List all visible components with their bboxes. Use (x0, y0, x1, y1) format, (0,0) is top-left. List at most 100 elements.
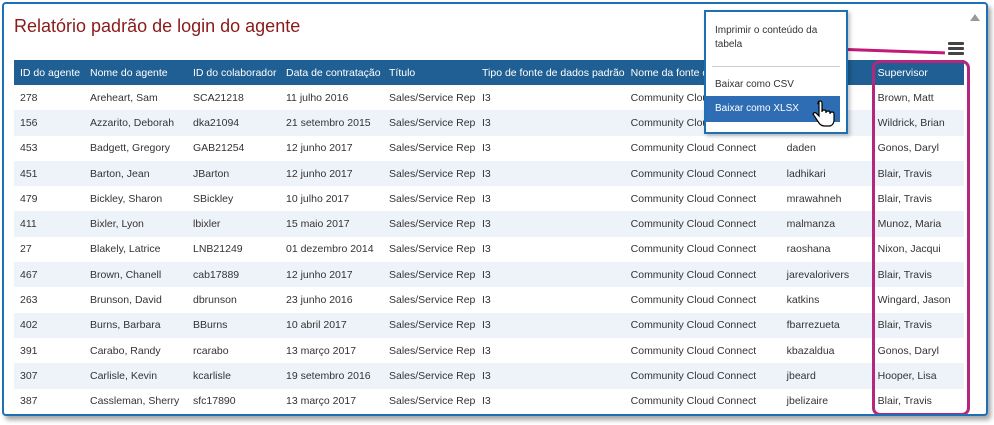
table-cell: Cassleman, Sherry (90, 395, 180, 408)
supervisor-cell: Wildrick, Brian (871, 110, 964, 136)
table-cell: 19 setembro 2016 (280, 363, 383, 389)
table-cell: Community Cloud Connect (624, 211, 781, 237)
table-cell: Azzarito, Deborah (84, 110, 187, 136)
supervisor-cell: Blair, Travis (877, 395, 932, 408)
table-cell: Sales/Service Rep (389, 192, 476, 205)
page-title: Relatório padrão de login do agente (14, 16, 301, 36)
table-cell: JBarton (187, 160, 280, 187)
table-cell: SBickley (193, 192, 234, 205)
table-cell: I3 (476, 211, 625, 237)
table-cell: GAB21254 (193, 142, 245, 155)
table-row[interactable]: 479 Bickley, Sharon SBickley 10 julho 2017 S… (14, 186, 964, 211)
supervisor-cell: Gonos, Daryl (877, 142, 939, 155)
table-cell: I3 (482, 192, 491, 205)
table-cell: lbixler (187, 211, 280, 237)
table-cell: Sales/Service Rep (383, 312, 476, 338)
table-cell: 12 junho 2017 (286, 142, 353, 155)
table-row[interactable]: 467 Brown, Chanell cab17889 12 junho 2017 Sa… (14, 262, 964, 288)
table-cell: 10 abril 2017 (280, 312, 383, 338)
table-cell: 156 (14, 110, 84, 136)
table-cell: 13 março 2017 (286, 395, 357, 408)
table-cell: I3 (482, 91, 491, 104)
table-cell: Community Cloud Connect (630, 243, 757, 256)
table-cell: Community Cloud Connect (624, 363, 781, 389)
table-row[interactable]: 391 Carabo, Randy rcarabo 13 março 2017 Sale… (14, 338, 964, 363)
table-cell: Sales/Service Rep (383, 110, 476, 136)
table-cell: I3 (476, 363, 625, 389)
table-cell: Sales/Service Rep (383, 211, 476, 237)
table-cell: kcarlisle (187, 363, 280, 389)
table-cell: Community Cloud Connect (630, 192, 757, 205)
table-cell: LNB21249 (193, 243, 243, 256)
table-cell: sfc17890 (193, 395, 236, 408)
table-cell: I3 (476, 160, 625, 187)
column-header[interactable]: Título (383, 60, 476, 85)
table-cell: 15 maio 2017 (280, 211, 383, 237)
supervisor-cell: Blair, Travis (871, 262, 964, 288)
print-table-menu-item[interactable]: Imprimir o conteúdo da tabela (706, 24, 840, 52)
download-csv-menu-item[interactable]: Baixar como CSV (706, 78, 840, 92)
table-cell: 451 (14, 160, 84, 187)
table-cell: 467 (14, 262, 84, 288)
table-cell: cab17889 (187, 262, 280, 288)
scroll-up-icon[interactable] (970, 14, 980, 21)
table-cell: I3 (482, 243, 491, 256)
table-row[interactable]: 451 Barton, Jean JBarton 12 junho 2017 Sales… (14, 160, 964, 187)
table-cell: jarevalorivers (780, 262, 872, 288)
report-panel: Relatório padrão de login do agente ID d… (2, 2, 988, 416)
hamburger-icon[interactable] (948, 42, 964, 56)
supervisor-cell: Nixon, Jacqui (877, 243, 941, 256)
table-cell: Community Cloud Connect (630, 395, 757, 408)
table-cell: I3 (482, 344, 491, 357)
column-header[interactable]: Tipo de fonte de dados padrão (476, 60, 625, 85)
table-cell: Sales/Service Rep (389, 395, 476, 408)
table-cell: Community Cloud Connect (630, 294, 757, 307)
column-header-supervisor[interactable]: Supervisor (871, 60, 964, 85)
column-header[interactable]: ID do colaborador (187, 60, 280, 85)
supervisor-cell: Munoz, Maria (871, 211, 964, 237)
table-cell: Community Cloud Connect (624, 312, 781, 338)
table-cell: Sales/Service Rep (389, 142, 476, 155)
table-cell: I3 (476, 312, 625, 338)
table-cell: 278 (20, 91, 38, 104)
table-cell: Bixler, Lyon (84, 211, 187, 237)
table-cell: fbarrezueta (780, 312, 872, 338)
table-cell: Sales/Service Rep (383, 363, 476, 389)
table-cell: Brown, Chanell (84, 262, 187, 288)
table-cell: dbrunson (193, 294, 237, 307)
table-row[interactable]: 27 Blakely, Latrice LNB21249 01 dezembro 20… (14, 237, 964, 262)
table-cell: I3 (482, 142, 491, 155)
table-cell: malmanza (780, 211, 872, 237)
table-row[interactable]: 307 Carlisle, Kevin kcarlisle 19 setembro 2… (14, 363, 964, 389)
supervisor-cell: Brown, Matt (877, 91, 934, 104)
table-cell: Sales/Service Rep (389, 91, 476, 104)
table-cell: Badgett, Gregory (90, 142, 170, 155)
table-cell: Burns, Barbara (84, 312, 187, 338)
table-row[interactable]: 411 Bixler, Lyon lbixler 15 maio 2017 Sales/… (14, 211, 964, 237)
table-cell: Sales/Service Rep (389, 294, 476, 307)
column-header[interactable]: ID do agente (14, 60, 84, 85)
column-header[interactable]: Data de contratação (280, 60, 383, 85)
table-cell: Brunson, David (90, 294, 162, 307)
table-row[interactable]: 263 Brunson, David dbrunson 23 junho 2016 Sa… (14, 287, 964, 312)
column-header[interactable]: Nome do agente (84, 60, 187, 85)
table-cell: Barton, Jean (84, 160, 187, 187)
table-cell: 307 (14, 363, 84, 389)
table-row[interactable]: 387 Cassleman, Sherry sfc17890 13 março 201… (14, 389, 964, 414)
table-cell: kbazaldua (786, 344, 835, 357)
hand-pointer-icon (812, 100, 835, 127)
table-cell: Community Cloud Connect (630, 344, 757, 357)
table-cell: Sales/Service Rep (389, 243, 476, 256)
table-cell: 10 julho 2017 (286, 192, 350, 205)
table-row[interactable]: 453 Badgett, Gregory GAB21254 12 junho 2017… (14, 136, 964, 161)
table-row[interactable]: 402 Burns, Barbara BBurns 10 abril 2017 Sale… (14, 312, 964, 338)
table-cell: Blakely, Latrice (90, 243, 161, 256)
table-cell: 01 dezembro 2014 (286, 243, 374, 256)
table-cell: 23 junho 2016 (286, 294, 353, 307)
table-cell: I3 (482, 294, 491, 307)
table-cell: 479 (20, 192, 38, 205)
table-cell: Sales/Service Rep (383, 160, 476, 187)
table-cell: BBurns (187, 312, 280, 338)
table-cell: I3 (482, 395, 491, 408)
table-cell: 402 (14, 312, 84, 338)
